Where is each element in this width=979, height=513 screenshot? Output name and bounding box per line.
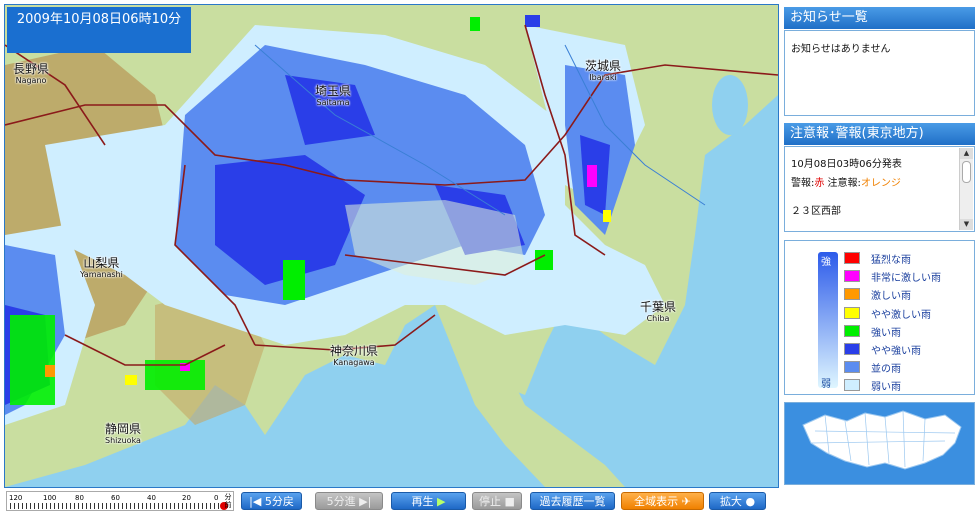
legend-swatch (844, 270, 860, 283)
rain-intensity-legend: 強 弱 猛烈な雨非常に激しい雨 激しい雨やや激しい雨 強い雨やや強い雨並の雨弱い雨 (784, 240, 975, 395)
warnings-area[interactable]: ２３区西部 (791, 202, 968, 221)
time-scale-slider[interactable]: 120 100 80 60 40 20 0 分前 (6, 491, 234, 511)
tokyo-outline-icon (802, 410, 962, 470)
notice-panel-title: お知らせ一覧 (784, 7, 975, 29)
rain-radar-map[interactable]: 2009年10月08日06時10分 長野県 Nagano 埼玉県 Saitama 茨… (4, 4, 779, 488)
notice-panel: お知らせはありません (784, 30, 975, 116)
pref-label-yamanashi: 山梨県 Yamanashi (80, 256, 123, 280)
pref-label-ibaraki: 茨城県 Ibaraki (585, 59, 622, 83)
pref-label-chiba: 千葉県 Chiba (640, 300, 677, 324)
time-scale-unit: 分前 (224, 493, 232, 509)
scroll-thumb[interactable] (962, 161, 971, 183)
legend-swatch (844, 343, 860, 355)
legend-label: 激しい雨 (871, 291, 911, 303)
pref-label-shizuoka: 静岡県 Shizuoka (105, 422, 142, 446)
legend-swatch (844, 252, 860, 264)
warnings-panel-title: 注意報･警報(東京地方) (784, 123, 975, 145)
skip-forward-icon: ▶| (359, 495, 372, 508)
back-5min-button[interactable]: |◀ 5分戻 (241, 492, 302, 510)
legend-label: 猛烈な雨 (871, 255, 911, 266)
legend-swatch (844, 361, 860, 374)
forward-5min-button[interactable]: 5分進 ▶| (315, 492, 383, 510)
legend-swatch (844, 288, 860, 301)
legend-label: 非常に激しい雨 (871, 273, 941, 285)
legend-label: 並の雨 (871, 364, 901, 376)
warnings-issued: 10月08日03時06分発表 (791, 159, 902, 170)
legend-swatch (844, 379, 860, 392)
legend-label: やや激しい雨 (871, 309, 931, 321)
pref-label-nagano: 長野県 Nagano (13, 62, 50, 86)
pref-label-kanagawa: 神奈川県 Kanagawa (330, 344, 379, 368)
intensity-weak-label: 弱 (821, 379, 831, 390)
stop-icon: ■ (504, 495, 515, 508)
stop-button[interactable]: 停止 ■ (472, 492, 522, 510)
history-list-button[interactable]: 過去履歴一覧 (530, 492, 615, 510)
legend-label: 弱い雨 (871, 382, 901, 394)
map-timestamp: 2009年10月08日06時10分 (7, 7, 191, 53)
intensity-gradient-bar (818, 252, 838, 388)
warnings-panel[interactable]: 10月08日03時06分発表 警報:赤 注意報:オレンジ ２３区西部 ▲ ▼ (784, 146, 975, 232)
play-icon: ▶ (437, 495, 446, 508)
scroll-up-icon[interactable]: ▲ (960, 148, 973, 159)
intensity-strong-label: 強 (821, 257, 831, 268)
skip-back-icon: |◀ (249, 495, 262, 508)
time-scale-ticks (10, 503, 219, 509)
warnings-legend: 警報:赤 注意報:オレンジ (791, 178, 901, 189)
plane-icon: ✈ (681, 495, 691, 508)
notice-text: お知らせはありません (791, 44, 891, 55)
playback-toolbar: 120 100 80 60 40 20 0 分前 |◀ 5分戻 5分進 ▶| 再… (0, 489, 979, 513)
legend-swatch (844, 306, 860, 319)
legend-label: やや強い雨 (871, 346, 921, 357)
full-view-button[interactable]: 全域表示 ✈ (621, 492, 704, 510)
map-canvas (5, 5, 778, 487)
legend-label: 強い雨 (871, 327, 901, 339)
pref-label-saitama: 埼玉県 Saitama (315, 84, 352, 108)
zoom-dot-icon: ● (745, 495, 756, 508)
scroll-down-icon[interactable]: ▼ (960, 219, 973, 230)
overview-minimap[interactable] (784, 402, 975, 485)
legend-swatch (844, 324, 860, 337)
warnings-scrollbar[interactable]: ▲ ▼ (959, 148, 973, 230)
zoom-button[interactable]: 拡大 ● (709, 492, 766, 510)
play-button[interactable]: 再生 ▶ (391, 492, 466, 510)
